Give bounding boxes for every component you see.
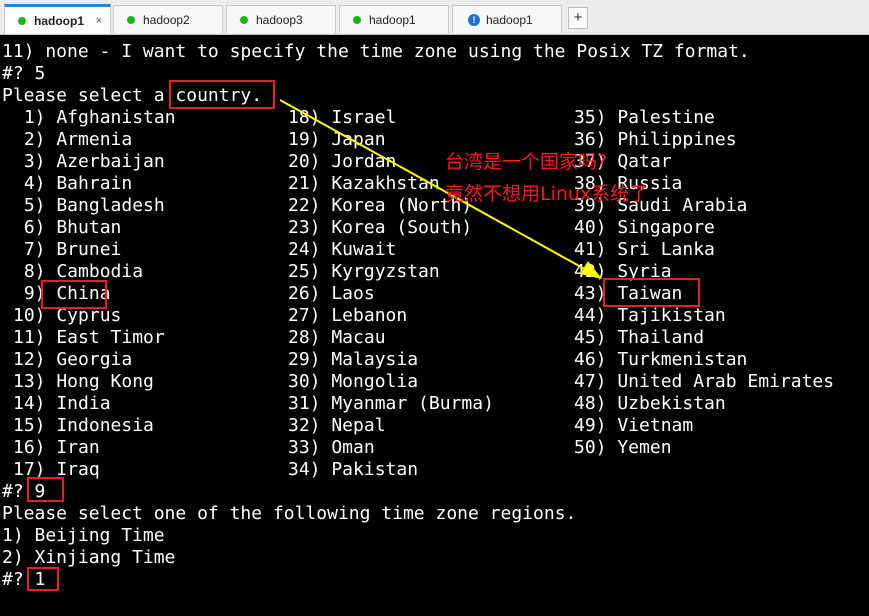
arrow-head [580,261,602,279]
annotation-arrow [279,99,602,279]
annotation-note-line1: 台湾是一个国家吗? [445,151,608,173]
annotation-note-line2: 竟然不想用Linux系统了 [445,183,649,205]
